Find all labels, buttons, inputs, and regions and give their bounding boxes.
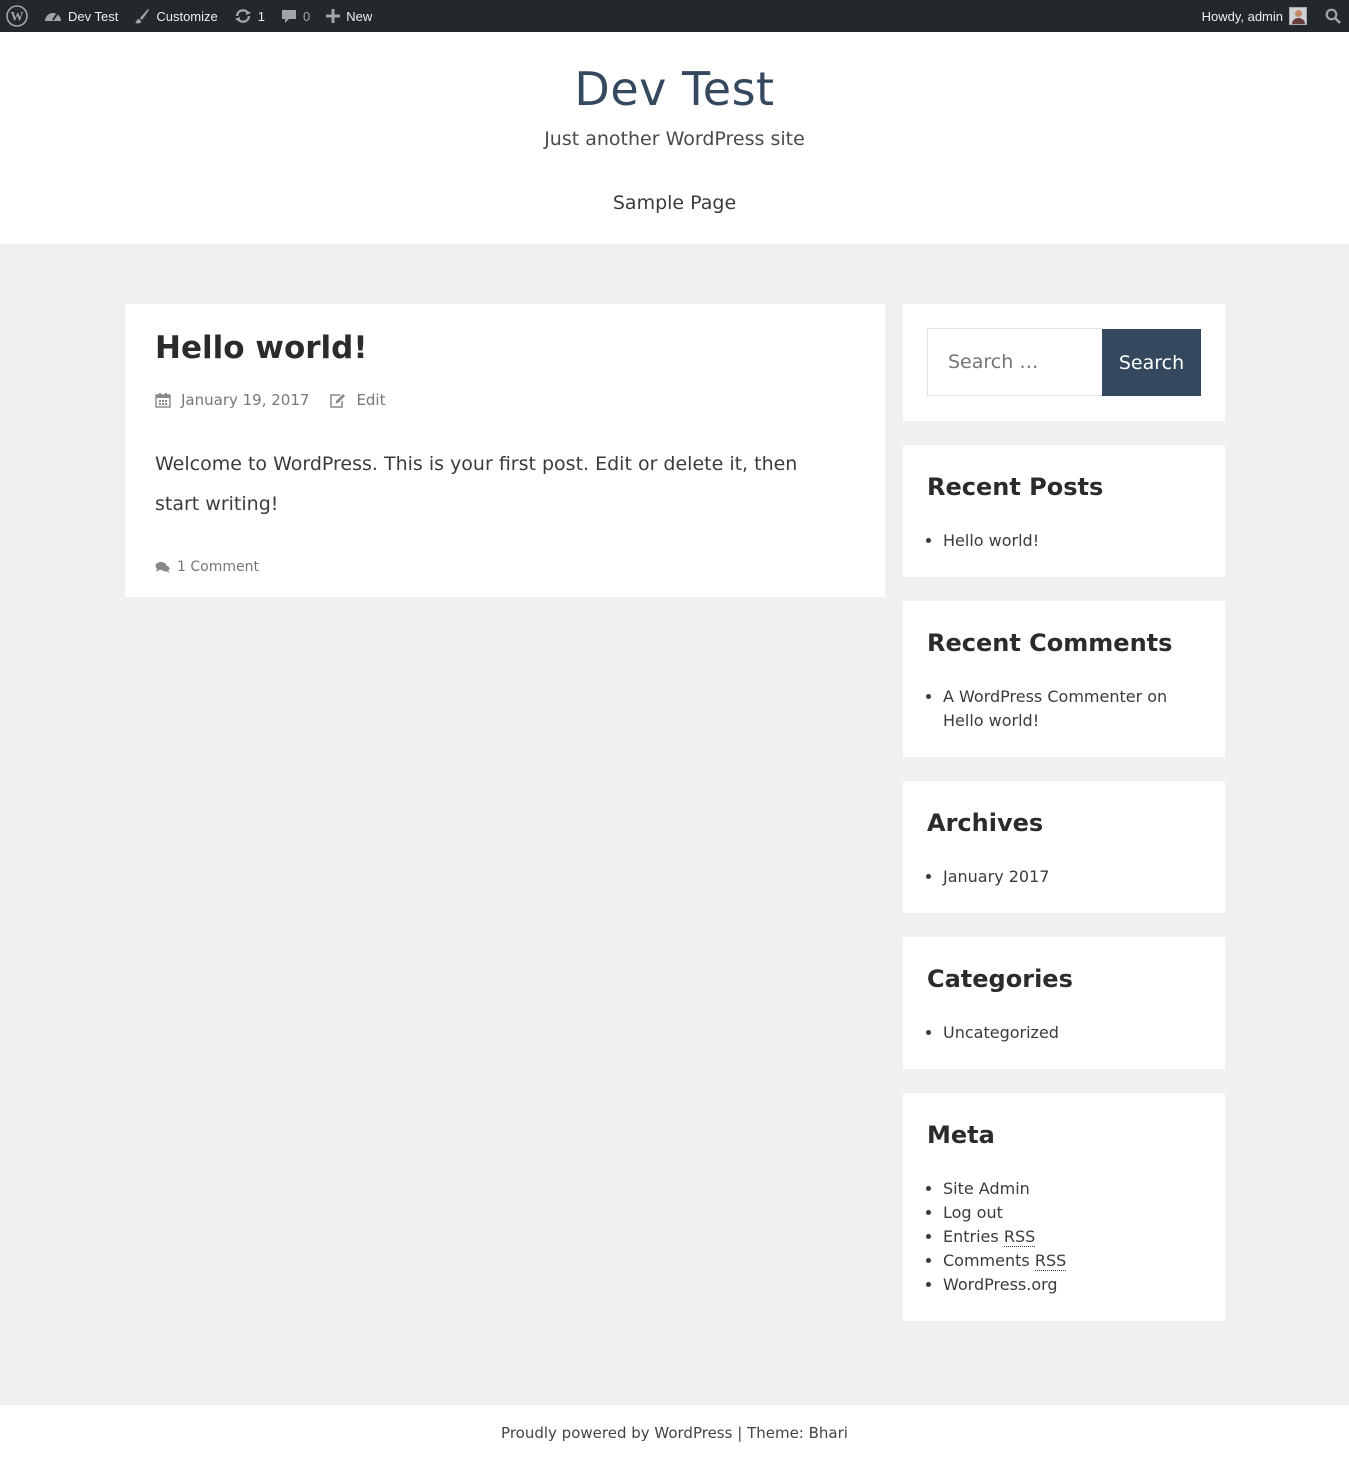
recent-post-link[interactable]: Hello world! — [943, 531, 1039, 550]
comment-on-text: on — [1147, 687, 1168, 706]
post-edit-link[interactable]: Edit — [356, 391, 385, 409]
search-button[interactable]: Search — [1102, 329, 1201, 396]
post-card: Hello world! January 19, 2017 Edit Welco… — [125, 304, 885, 597]
new-content-menu[interactable]: New — [318, 0, 380, 32]
archive-link[interactable]: January 2017 — [943, 867, 1049, 886]
categories-title: Categories — [927, 965, 1073, 993]
comments-icon — [155, 561, 170, 574]
post-content: Welcome to WordPress. This is your first… — [155, 453, 798, 515]
new-label: New — [346, 8, 373, 24]
footer-separator: | — [737, 1424, 743, 1442]
wordpress-logo-icon: W — [6, 5, 28, 27]
categories-list: Uncategorized — [943, 1021, 1203, 1045]
site-title[interactable]: Dev Test — [0, 62, 1349, 116]
powered-by-link[interactable]: Proudly powered by WordPress — [501, 1424, 732, 1442]
wordpress-logo-menu[interactable]: W — [0, 0, 36, 32]
site-admin-link[interactable]: Site Admin — [943, 1179, 1030, 1198]
site-header: Dev Test Just another WordPress site Sam… — [0, 32, 1349, 244]
admin-bar-search[interactable] — [1317, 0, 1349, 32]
categories-widget: Categories Uncategorized — [903, 937, 1225, 1069]
search-widget: Search — [903, 304, 1225, 421]
post-title[interactable]: Hello world! — [155, 330, 368, 366]
rss-abbr: RSS — [1003, 1227, 1036, 1247]
list-item: Comments RSS — [943, 1249, 1203, 1273]
entries-rss-link[interactable]: Entries RSS — [943, 1227, 1036, 1247]
admin-bar: W Dev Test Customize 1 0 New Howdy, admi… — [0, 0, 1349, 32]
post-footer: 1 Comment — [155, 559, 259, 575]
theme-credit-link[interactable]: Theme: Bhari — [747, 1424, 848, 1442]
list-item: Uncategorized — [943, 1021, 1203, 1045]
customize-label: Customize — [156, 8, 218, 24]
recent-posts-widget: Recent Posts Hello world! — [903, 445, 1225, 577]
updates-icon — [234, 8, 252, 24]
svg-text:W: W — [11, 9, 24, 24]
search-icon — [1325, 8, 1341, 24]
meta-list: Site Admin Log out Entries RSS Comments … — [943, 1177, 1203, 1297]
archives-title: Archives — [927, 809, 1044, 837]
calendar-icon — [155, 392, 171, 408]
site-name-label: Dev Test — [68, 8, 119, 24]
avatar — [1289, 7, 1307, 25]
list-item: WordPress.org — [943, 1273, 1203, 1297]
list-item: January 2017 — [943, 865, 1203, 889]
updates-link[interactable]: 1 — [226, 0, 273, 32]
comment-author-link[interactable]: A WordPress Commenter — [943, 687, 1142, 706]
list-item: Hello world! — [943, 529, 1203, 553]
main-navigation: Sample Page — [0, 192, 1349, 214]
site-description: Just another WordPress site — [544, 128, 805, 150]
list-item: Entries RSS — [943, 1225, 1203, 1249]
updates-count: 1 — [257, 8, 265, 24]
archives-list: January 2017 — [943, 865, 1203, 889]
site-name-menu[interactable]: Dev Test — [36, 0, 126, 32]
comments-label: Comments — [943, 1251, 1030, 1270]
comments-rss-link[interactable]: Comments RSS — [943, 1251, 1067, 1271]
post-meta: January 19, 2017 Edit — [155, 391, 386, 409]
my-account-menu[interactable]: Howdy, admin — [1194, 0, 1317, 32]
recent-posts-title: Recent Posts — [927, 473, 1104, 501]
comments-count: 0 — [303, 8, 311, 24]
dashboard-icon — [44, 8, 62, 24]
edit-icon — [329, 393, 346, 408]
site-footer: Proudly powered by WordPress | Theme: Bh… — [0, 1405, 1349, 1461]
category-link[interactable]: Uncategorized — [943, 1023, 1059, 1042]
comment-post-link[interactable]: Hello world! — [943, 711, 1039, 730]
meta-widget: Meta Site Admin Log out Entries RSS Comm… — [903, 1093, 1225, 1321]
recent-comments-widget: Recent Comments A WordPress Commenter on… — [903, 601, 1225, 757]
archives-widget: Archives January 2017 — [903, 781, 1225, 913]
wordpress-org-link[interactable]: WordPress.org — [943, 1275, 1058, 1294]
list-item: Log out — [943, 1201, 1203, 1225]
entries-label: Entries — [943, 1227, 999, 1246]
recent-comments-title: Recent Comments — [927, 629, 1173, 657]
post-date[interactable]: January 19, 2017 — [181, 391, 309, 409]
list-item: Site Admin — [943, 1177, 1203, 1201]
plus-icon — [326, 9, 341, 23]
brush-icon — [134, 8, 150, 24]
rss-abbr: RSS — [1034, 1251, 1067, 1271]
post-comments-link[interactable]: 1 Comment — [177, 559, 259, 575]
meta-title: Meta — [927, 1121, 995, 1149]
comments-link[interactable]: 0 — [273, 0, 318, 32]
comment-bubble-icon — [281, 8, 297, 24]
list-item: A WordPress Commenter on Hello world! — [943, 685, 1203, 733]
recent-posts-list: Hello world! — [943, 529, 1203, 553]
customize-link[interactable]: Customize — [126, 0, 225, 32]
search-input[interactable] — [927, 328, 1103, 396]
nav-item-sample-page[interactable]: Sample Page — [613, 192, 736, 214]
log-out-link[interactable]: Log out — [943, 1203, 1003, 1222]
howdy-label: Howdy, admin — [1201, 8, 1283, 24]
recent-comments-list: A WordPress Commenter on Hello world! — [943, 685, 1203, 733]
